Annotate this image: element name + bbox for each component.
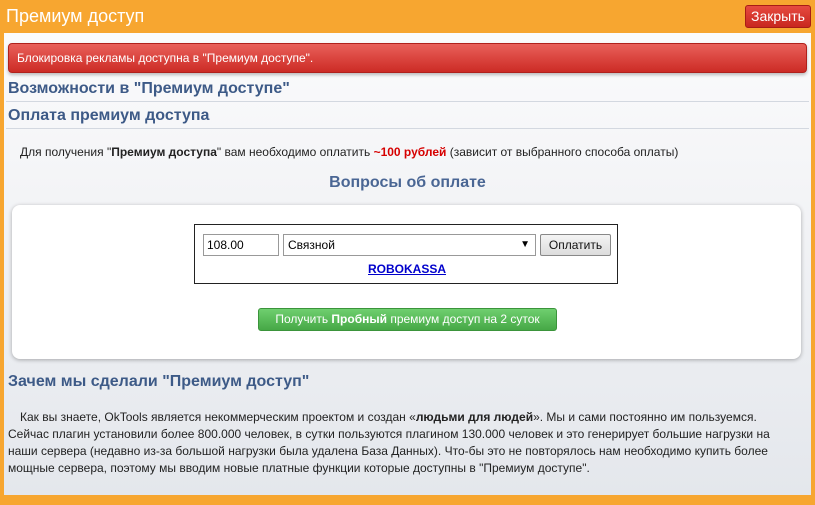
intro-text-part: (зависит от выбранного способа оплаты) <box>446 145 679 159</box>
divider <box>6 128 809 129</box>
ad-block-alert: Блокировка рекламы доступна в "Премиум д… <box>8 43 807 73</box>
divider <box>6 101 809 102</box>
trial-prefix: Получить <box>275 312 332 326</box>
price-value: ~100 рублей <box>373 145 447 159</box>
features-heading[interactable]: Возможности в "Премиум доступе" <box>8 80 290 98</box>
amount-input[interactable] <box>203 234 279 256</box>
why-heading: Зачем мы сделали "Премиум доступ" <box>8 373 310 390</box>
why-paragraph: Как вы знаете, OkTools является некоммер… <box>8 409 788 477</box>
why-bold: людьми для людей <box>415 410 534 424</box>
intro-text-part: " вам необходимо оплатить <box>216 145 374 159</box>
payment-heading[interactable]: Оплата премиум доступа <box>8 107 209 125</box>
trial-access-button[interactable]: Получить Пробный премиум доступ на 2 сут… <box>258 308 557 331</box>
why-text-part: Как вы знаете, OkTools является некоммер… <box>20 410 416 424</box>
payment-faq-link[interactable]: Вопросы об оплате <box>4 174 811 192</box>
window-title: Премиум доступ <box>6 6 145 26</box>
trial-suffix: премиум доступ на 2 суток <box>387 312 540 326</box>
payment-panel: Связной ▼ Оплатить ROBOKASSA Получить Пр… <box>12 205 801 359</box>
dialog-content: Блокировка рекламы доступна в "Премиум д… <box>4 33 811 495</box>
payment-form: Связной ▼ Оплатить ROBOKASSA <box>194 224 618 284</box>
payment-intro-text: Для получения "Премиум доступа" вам необ… <box>20 145 678 159</box>
payment-method-select[interactable]: Связной ▼ <box>283 234 536 256</box>
pay-button[interactable]: Оплатить <box>540 234 611 256</box>
robokassa-link[interactable]: ROBOKASSA <box>368 262 446 276</box>
close-button[interactable]: Закрыть <box>745 5 811 28</box>
chevron-down-icon: ▼ <box>520 239 530 250</box>
premium-name: Премиум доступа <box>111 145 217 159</box>
payment-method-value: Связной <box>288 238 335 252</box>
trial-bold: Пробный <box>331 312 387 326</box>
intro-text-part: Для получения " <box>20 145 112 159</box>
window-titlebar: Премиум доступ Закрыть <box>0 0 815 33</box>
